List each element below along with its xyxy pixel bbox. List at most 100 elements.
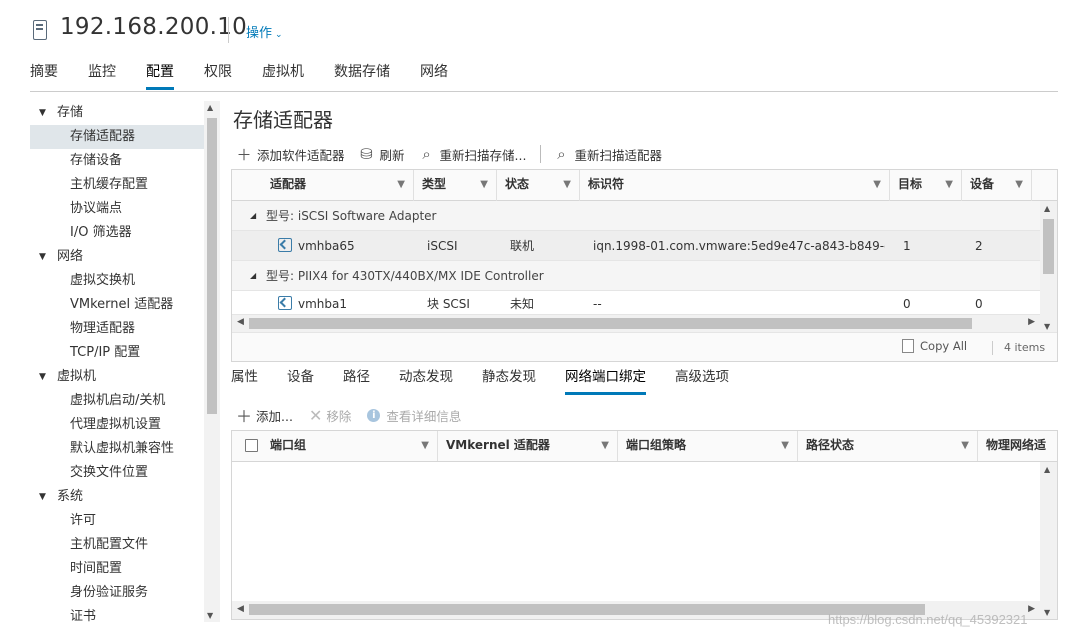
rescan-storage-button[interactable]: ⌕ 重新扫描存储... — [419, 145, 526, 164]
remove-binding-button[interactable]: ✕ 移除 — [309, 406, 351, 425]
nav-item-host-profile[interactable]: 主机配置文件 — [30, 533, 204, 557]
nav-item-licensing[interactable]: 许可 — [30, 509, 204, 533]
scroll-thumb[interactable] — [249, 318, 972, 329]
table-row[interactable]: vmhba65 iSCSI 联机 iqn.1998-01.com.vmware:… — [232, 231, 1040, 261]
column-header-path-status[interactable]: 路径状态 ▼ — [798, 431, 978, 461]
filter-icon[interactable]: ▼ — [1015, 170, 1023, 199]
tab-configure[interactable]: 配置 — [146, 62, 174, 90]
filter-icon[interactable]: ▼ — [945, 170, 953, 199]
column-header-port-group-policy[interactable]: 端口组策略 ▼ — [618, 431, 798, 461]
add-software-adapter-button[interactable]: ＋添加软件适配器 — [236, 144, 344, 165]
scroll-down-icon[interactable]: ▼ — [1044, 322, 1050, 331]
actions-menu-button[interactable]: 操作 ⌄ — [246, 22, 283, 41]
column-header-devices[interactable]: 设备 ▼ — [962, 170, 1032, 201]
scroll-thumb[interactable] — [249, 604, 925, 615]
tab-paths[interactable]: 路径 — [343, 366, 370, 395]
select-all-checkbox[interactable] — [245, 439, 258, 452]
tab-static-discovery[interactable]: 静态发现 — [482, 366, 536, 395]
tab-datastores[interactable]: 数据存储 — [334, 62, 390, 90]
tab-divider — [30, 91, 1058, 92]
tab-networks[interactable]: 网络 — [420, 62, 448, 90]
view-details-button[interactable]: i 查看详细信息 — [367, 406, 461, 425]
scroll-down-icon[interactable]: ▼ — [1044, 608, 1050, 617]
nav-item-host-cache[interactable]: 主机缓存配置 — [30, 173, 204, 197]
tab-monitor[interactable]: 监控 — [88, 62, 116, 90]
filter-icon[interactable]: ▼ — [873, 170, 881, 199]
nav-item-certificate[interactable]: 证书 — [30, 605, 204, 622]
column-header-vmkernel-adapter[interactable]: VMkernel 适配器 ▼ — [438, 431, 618, 461]
top-tab-bar: 摘要 监控 配置 权限 虚拟机 数据存储 网络 — [30, 62, 478, 92]
binding-vertical-scrollbar[interactable]: ▲ ▼ — [1040, 462, 1057, 619]
scroll-up-icon[interactable]: ▲ — [1044, 465, 1050, 474]
nav-group-vms[interactable]: ▼ 虚拟机 — [30, 365, 204, 389]
group-header-piix4[interactable]: ◢ 型号: PIIX4 for 430TX/440BX/MX IDE Contro… — [232, 261, 1040, 291]
watermark: https://blog.csdn.net/qq_45392321 — [828, 612, 1028, 627]
filter-icon[interactable]: ▼ — [563, 170, 571, 199]
scroll-left-icon[interactable]: ◀ — [237, 604, 244, 614]
nav-item-tcpip-config[interactable]: TCP/IP 配置 — [30, 341, 204, 365]
sidebar-scroll-thumb[interactable] — [207, 118, 217, 414]
scroll-up-icon[interactable]: ▲ — [1044, 204, 1050, 213]
footer-divider — [992, 341, 993, 355]
tab-advanced-options[interactable]: 高级选项 — [675, 366, 729, 395]
group-header-iscsi[interactable]: ◢ 型号: iSCSI Software Adapter — [232, 201, 1040, 231]
table-row[interactable]: vmhba1 块 SCSI 未知 -- 0 0 — [232, 291, 1040, 315]
nav-item-time-config[interactable]: 时间配置 — [30, 557, 204, 581]
tab-devices[interactable]: 设备 — [287, 366, 314, 395]
sidebar-scrollbar[interactable]: ▲ ▼ — [204, 101, 220, 622]
nav-item-auth-services[interactable]: 身份验证服务 — [30, 581, 204, 605]
refresh-button[interactable]: ⛁ 刷新 — [359, 145, 404, 164]
scroll-up-icon[interactable]: ▲ — [207, 103, 213, 112]
scroll-right-icon[interactable]: ▶ — [1028, 317, 1035, 327]
add-binding-button[interactable]: ＋添加... — [236, 403, 293, 427]
nav-item-agent-vm-settings[interactable]: 代理虚拟机设置 — [30, 413, 204, 437]
column-header-identifier[interactable]: 标识符 ▼ — [580, 170, 890, 201]
nav-item-storage-devices[interactable]: 存储设备 — [30, 149, 204, 173]
column-header-type[interactable]: 类型 ▼ — [414, 170, 497, 201]
nav-item-io-filters[interactable]: I/O 筛选器 — [30, 221, 204, 245]
tab-properties[interactable]: 属性 — [231, 366, 258, 395]
nav-group-system[interactable]: ▼ 系统 — [30, 485, 204, 509]
collapse-triangle-icon[interactable]: ◢ — [250, 261, 256, 291]
tab-permissions[interactable]: 权限 — [204, 62, 232, 90]
nav-group-networking[interactable]: ▼ 网络 — [30, 245, 204, 269]
tab-vms[interactable]: 虚拟机 — [262, 62, 304, 90]
adapter-toolbar: ＋添加软件适配器 ⛁ 刷新 ⌕ 重新扫描存储... ⌕ 重新扫描适配器 — [236, 144, 676, 164]
scroll-down-icon[interactable]: ▼ — [207, 611, 213, 620]
storage-adapters-grid: 适配器 ▼ 类型 ▼ 状态 ▼ 标识符 ▼ 目标 ▼ 设备 ▼ ◢ 型号: iSCSI Sof… — [231, 169, 1058, 362]
nav-item-vm-startup[interactable]: 虚拟机启动/关机 — [30, 389, 204, 413]
column-header-targets[interactable]: 目标 ▼ — [890, 170, 962, 201]
caret-down-icon: ▼ — [39, 252, 46, 262]
tab-dynamic-discovery[interactable]: 动态发现 — [399, 366, 453, 395]
nav-item-storage-adapters[interactable]: 存储适配器 — [30, 125, 204, 149]
rescan-adapter-button[interactable]: ⌕ 重新扫描适配器 — [553, 145, 662, 164]
filter-icon[interactable]: ▼ — [480, 170, 488, 199]
column-header-adapter[interactable]: 适配器 ▼ — [262, 170, 414, 201]
collapse-triangle-icon[interactable]: ◢ — [250, 201, 256, 231]
section-title: 存储适配器 — [233, 108, 333, 132]
scroll-left-icon[interactable]: ◀ — [237, 317, 244, 327]
adapters-horizontal-scrollbar[interactable]: ◀ ▶ — [232, 315, 1040, 332]
nav-item-virtual-switches[interactable]: 虚拟交换机 — [30, 269, 204, 293]
tab-network-port-binding[interactable]: 网络端口绑定 — [565, 366, 646, 395]
column-header-physical-network-adapter[interactable]: 物理网络适 — [978, 431, 1057, 461]
nav-item-physical-adapters[interactable]: 物理适配器 — [30, 317, 204, 341]
column-header-port-group[interactable]: 端口组 ▼ — [262, 431, 438, 461]
nav-item-protocol-endpoints[interactable]: 协议端点 — [30, 197, 204, 221]
filter-icon[interactable]: ▼ — [781, 431, 789, 460]
scroll-right-icon[interactable]: ▶ — [1028, 604, 1035, 614]
storage-adapter-icon — [278, 296, 292, 310]
filter-icon[interactable]: ▼ — [601, 431, 609, 460]
filter-icon[interactable]: ▼ — [397, 170, 405, 199]
filter-icon[interactable]: ▼ — [961, 431, 969, 460]
nav-group-storage[interactable]: ▼ 存储 — [30, 101, 204, 125]
column-header-status[interactable]: 状态 ▼ — [497, 170, 580, 201]
nav-item-swap-file[interactable]: 交换文件位置 — [30, 461, 204, 485]
copy-all-button[interactable]: Copy All — [899, 339, 967, 357]
adapters-vertical-scrollbar[interactable]: ▲ ▼ — [1040, 201, 1057, 332]
tab-summary[interactable]: 摘要 — [30, 62, 58, 90]
filter-icon[interactable]: ▼ — [421, 431, 429, 460]
nav-item-default-vm-compat[interactable]: 默认虚拟机兼容性 — [30, 437, 204, 461]
scroll-thumb[interactable] — [1043, 219, 1054, 274]
nav-item-vmkernel-adapters[interactable]: VMkernel 适配器 — [30, 293, 204, 317]
